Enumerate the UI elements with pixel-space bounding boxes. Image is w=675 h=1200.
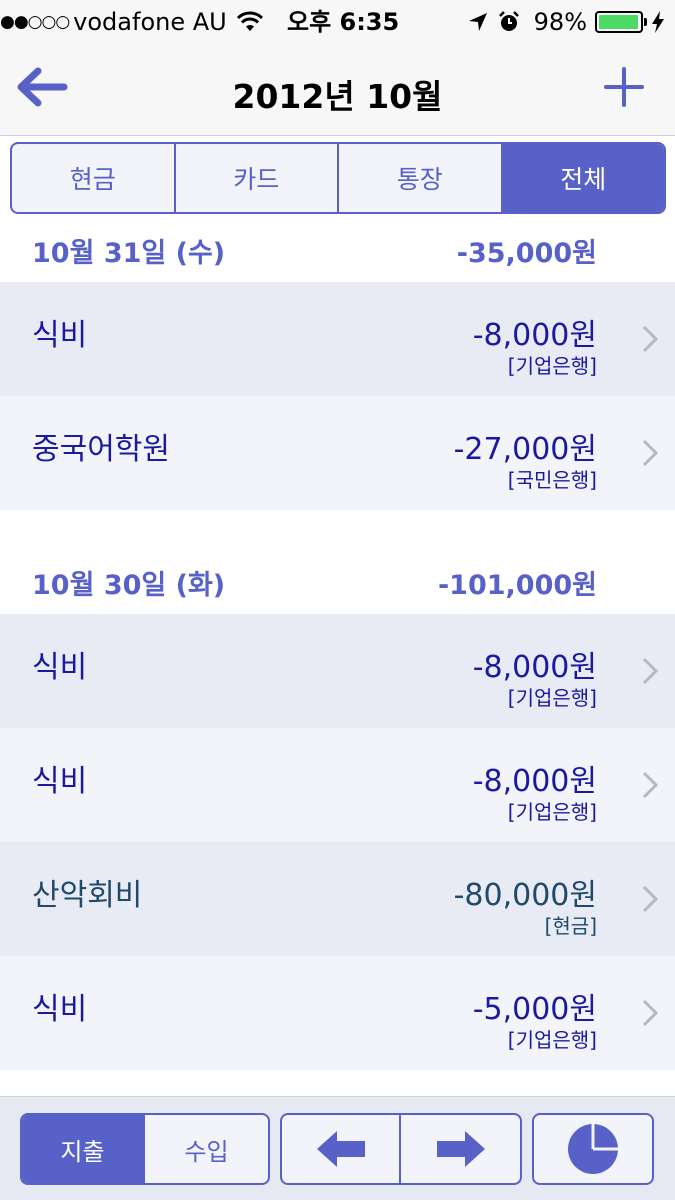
transaction-category: 식비: [32, 318, 88, 353]
plus-icon[interactable]: [603, 66, 645, 108]
tab-all[interactable]: 전체: [502, 144, 664, 212]
transaction-row[interactable]: 식비 -8,000원 [기업은행]: [0, 728, 675, 842]
pie-chart-icon: [568, 1124, 618, 1174]
transaction-amount: -27,000원: [453, 432, 597, 467]
previous-month-button[interactable]: [282, 1115, 402, 1183]
carrier-name: vodafone AU: [73, 8, 227, 36]
chart-button[interactable]: [534, 1115, 652, 1183]
section-spacer: [0, 510, 675, 550]
transaction-account: [기업은행]: [507, 800, 597, 824]
location-arrow-icon: [468, 13, 487, 31]
day-header: 10월 31일 (수) -35,000원: [0, 218, 675, 282]
transaction-account: [기업은행]: [507, 686, 597, 710]
chevron-right-icon: [642, 657, 659, 685]
battery-percentage: 98%: [533, 8, 587, 36]
transaction-amount: -8,000원: [472, 650, 597, 685]
chart-view: [532, 1113, 654, 1185]
transaction-account: [기업은행]: [507, 354, 597, 378]
chevron-right-icon: [642, 439, 659, 467]
transaction-category: 산악회비: [32, 878, 143, 913]
tab-card[interactable]: 카드: [176, 144, 339, 212]
account-filter-tabs: 현금 카드 통장 전체: [10, 142, 666, 214]
arrow-left-icon: [316, 1131, 365, 1167]
day-date: 10월 30일 (화): [32, 569, 226, 601]
status-bar: ●●○○○ vodafone AU 오후 6:35 98%: [0, 0, 675, 44]
alarm-clock-icon: [498, 11, 519, 31]
chevron-right-icon: [642, 999, 659, 1027]
chevron-right-icon: [642, 885, 659, 913]
page-title: 2012년 10월: [232, 77, 443, 116]
transaction-row[interactable]: 식비 -8,000원 [기업은행]: [0, 282, 675, 396]
transaction-category: 식비: [32, 992, 88, 1027]
day-date: 10월 31일 (수): [32, 237, 226, 269]
transaction-account: [기업은행]: [507, 1028, 597, 1052]
transaction-row[interactable]: 중국어학원 -27,000원 [국민은행]: [0, 396, 675, 510]
wifi-icon: [236, 11, 263, 31]
transaction-row[interactable]: 식비 -8,000원 [기업은행]: [0, 614, 675, 728]
transaction-list: 10월 31일 (수) -35,000원 식비 -8,000원 [기업은행] 중…: [0, 218, 675, 1070]
status-left: ●●○○○ vodafone AU: [0, 8, 263, 36]
month-navigation: [280, 1113, 522, 1185]
transaction-row[interactable]: 식비 -5,000원 [기업은행]: [0, 956, 675, 1070]
chevron-right-icon: [642, 325, 659, 353]
status-time: 오후 6:35: [287, 8, 400, 36]
transaction-category: 중국어학원: [32, 432, 170, 467]
day-total: -35,000원: [456, 237, 597, 269]
bottom-toolbar: 지출 수입: [0, 1096, 675, 1200]
expense-income-toggle: 지출 수입: [20, 1113, 270, 1185]
arrow-right-icon: [436, 1131, 485, 1167]
navigation-bar: 2012년 10월: [0, 44, 675, 136]
transaction-account: [현금]: [544, 914, 597, 938]
battery-icon: [595, 11, 647, 33]
transaction-amount: -80,000원: [453, 878, 597, 913]
charging-bolt-icon: [652, 11, 664, 33]
next-month-button[interactable]: [401, 1115, 520, 1183]
expense-button[interactable]: 지출: [22, 1115, 146, 1183]
chevron-right-icon: [642, 771, 659, 799]
income-button[interactable]: 수입: [145, 1115, 268, 1183]
transaction-amount: -8,000원: [472, 318, 597, 353]
transaction-row[interactable]: 산악회비 -80,000원 [현금]: [0, 842, 675, 956]
signal-strength-icon: ●●○○○: [0, 12, 70, 32]
transaction-amount: -8,000원: [472, 764, 597, 799]
battery-level: [599, 15, 639, 29]
transaction-account: [국민은행]: [507, 468, 597, 492]
transaction-category: 식비: [32, 764, 88, 799]
status-right: 98%: [468, 8, 665, 36]
tab-bank[interactable]: 통장: [339, 144, 503, 212]
day-header: 10월 30일 (화) -101,000원: [0, 550, 675, 614]
tab-cash[interactable]: 현금: [12, 144, 176, 212]
transaction-category: 식비: [32, 650, 88, 685]
transaction-amount: -5,000원: [472, 992, 597, 1027]
day-total: -101,000원: [437, 569, 597, 601]
